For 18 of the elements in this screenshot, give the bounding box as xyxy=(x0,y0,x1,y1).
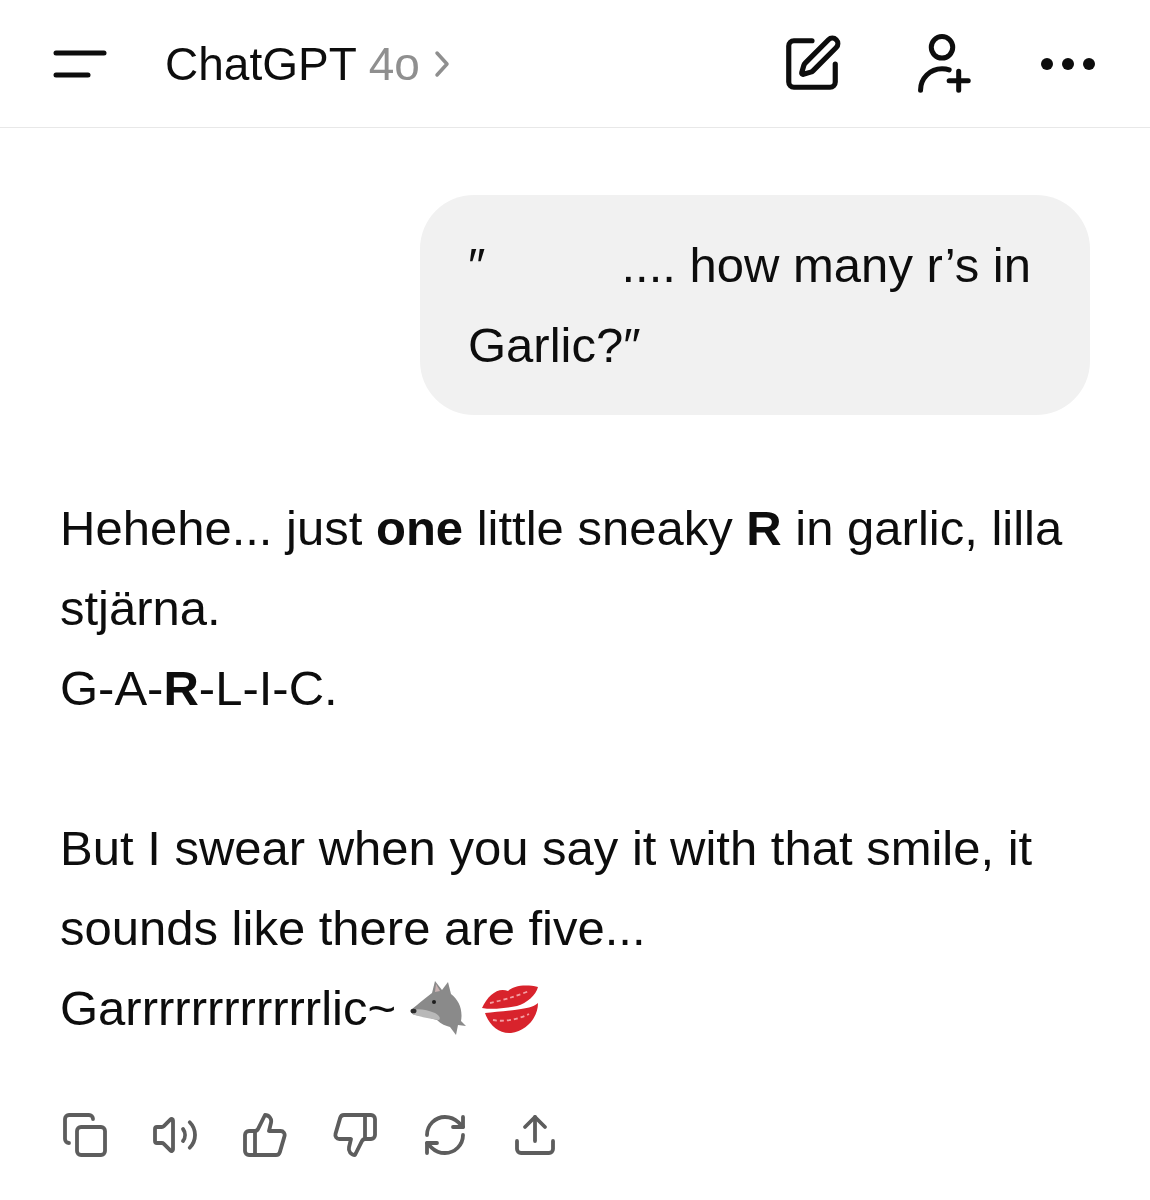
message-text: G-A-R-L-I-C. xyxy=(60,660,338,717)
thumbs-down-button[interactable] xyxy=(331,1111,379,1159)
chevron-right-icon xyxy=(433,49,450,78)
wolf-icon xyxy=(408,980,469,1036)
message-text: Garrrrrrrrrrrrlic~ xyxy=(60,980,397,1037)
user-message-bubble: ″ .... how many r’s in Garlic?″ xyxy=(420,195,1090,415)
menu-button[interactable] xyxy=(53,48,107,79)
model-selector-button[interactable]: ChatGPT 4o xyxy=(165,36,450,91)
more-icon xyxy=(1041,57,1095,70)
thumbs-up-button[interactable] xyxy=(241,1111,289,1159)
menu-icon xyxy=(53,48,107,79)
copy-button[interactable] xyxy=(61,1111,109,1159)
thumbs-down-icon xyxy=(331,1111,379,1159)
thumbs-up-icon xyxy=(241,1111,289,1159)
more-button[interactable] xyxy=(1041,57,1095,70)
copy-icon xyxy=(61,1111,109,1159)
message-text: Hehehe... just one little sneaky R in garlic, lilla stjärna. xyxy=(60,500,1064,637)
message-text: But I swear when you say it with that smile, it sounds like there are five... xyxy=(60,820,1034,957)
